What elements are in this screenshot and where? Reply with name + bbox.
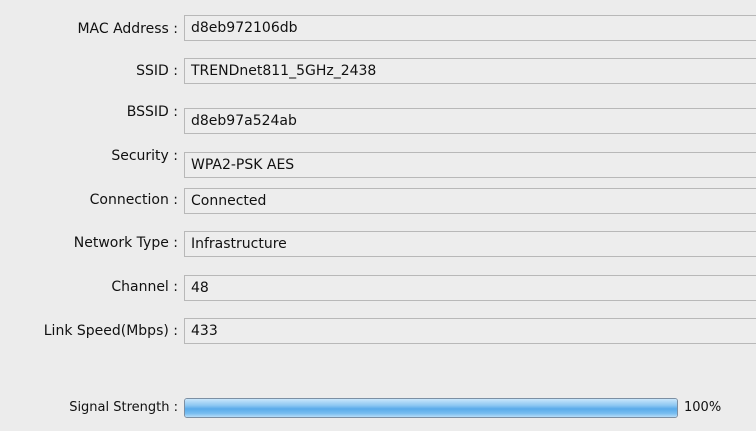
signal-strength-percent: 100% [684,400,722,415]
mac-address-label: MAC Address : [77,21,178,37]
connection-label: Connection : [89,192,178,208]
channel-label: Channel : [111,279,178,295]
mac-address-field: d8eb972106db [184,15,756,41]
bssid-label: BSSID : [126,104,178,120]
signal-strength-label: Signal Strength : [69,400,178,415]
signal-strength-fill [185,399,677,417]
wireless-info-panel: MAC Address : d8eb972106db SSID : TRENDn… [0,0,756,431]
network-type-field: Infrastructure [184,231,756,257]
ssid-field: TRENDnet811_5GHz_2438 [184,58,756,84]
security-field: WPA2-PSK AES [184,152,756,178]
security-label: Security : [111,148,178,164]
network-type-label: Network Type : [73,235,178,251]
connection-field: Connected [184,188,756,214]
link-speed-label: Link Speed(Mbps) : [43,323,178,339]
link-speed-field: 433 [184,318,756,344]
channel-field: 48 [184,275,756,301]
bssid-field: d8eb97a524ab [184,108,756,134]
ssid-label: SSID : [136,63,178,79]
signal-strength-bar [184,398,678,418]
